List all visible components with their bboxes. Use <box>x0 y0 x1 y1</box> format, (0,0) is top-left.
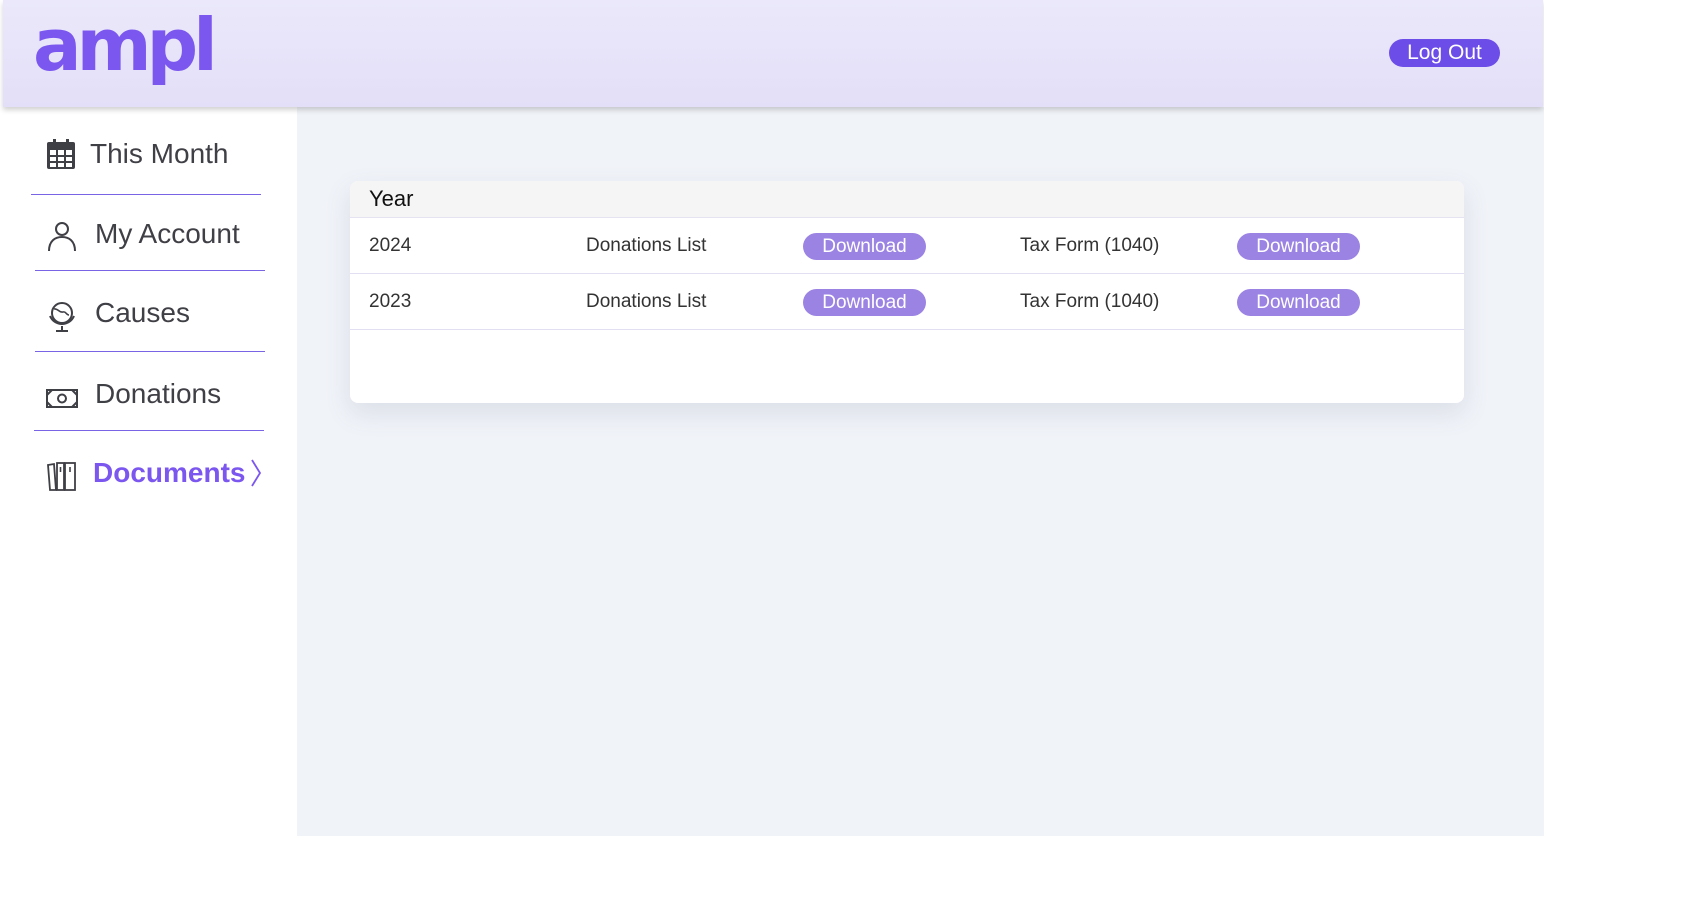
ampl-logo[interactable]: ampl <box>33 2 218 88</box>
documents-card: Year 2024 Donations List Download Tax Fo… <box>350 181 1464 403</box>
download-donations-button[interactable]: Download <box>803 289 926 316</box>
year-cell: 2024 <box>369 235 412 256</box>
table-row: 2024 Donations List Download Tax Form (1… <box>350 218 1464 274</box>
top-header: ampl Log Out <box>3 0 1543 107</box>
sidebar-item-label: My Account <box>95 218 240 249</box>
sidebar-item-label: Causes <box>95 297 190 328</box>
download-tax-form-button[interactable]: Download <box>1237 233 1360 260</box>
year-column-header: Year <box>369 186 414 211</box>
sidebar-item-this-month[interactable]: This Month <box>30 133 270 183</box>
table-row: 2023 Donations List Download Tax Form (1… <box>350 274 1464 330</box>
books-icon <box>47 462 76 491</box>
sidebar-item-label: Donations <box>95 378 222 409</box>
download-donations-button[interactable]: Download <box>803 233 926 260</box>
sidebar-divider <box>31 194 261 195</box>
sidebar-divider <box>35 270 265 271</box>
sidebar-item-my-account[interactable]: My Account <box>35 213 275 263</box>
sidebar-divider <box>34 430 264 431</box>
tax-form-label: Tax Form (1040) <box>1020 235 1160 256</box>
sidebar-item-label: Documents <box>93 457 246 488</box>
sidebar-item-donations[interactable]: Donations <box>35 373 275 423</box>
money-icon <box>46 389 78 408</box>
globe-icon <box>49 302 75 332</box>
tax-form-label: Tax Form (1040) <box>1020 291 1160 312</box>
download-tax-form-button[interactable]: Download <box>1237 289 1360 316</box>
sidebar-nav: This Month My Account Causes Donations D… <box>0 107 297 836</box>
sidebar-item-documents[interactable]: Documents <box>35 452 275 502</box>
sidebar-item-label: This Month <box>90 138 229 169</box>
main-content: Year 2024 Donations List Download Tax Fo… <box>297 107 1544 836</box>
table-header: Year <box>350 181 1464 218</box>
sidebar-divider <box>35 351 265 352</box>
donations-list-label: Donations List <box>586 235 707 256</box>
chevron-right-icon <box>251 459 262 487</box>
sidebar-item-causes[interactable]: Causes <box>35 292 275 342</box>
logout-button[interactable]: Log Out <box>1389 39 1500 67</box>
app-window: ampl Log Out This Month My Account Cause… <box>0 0 1544 836</box>
year-cell: 2023 <box>369 291 412 312</box>
donations-list-label: Donations List <box>586 291 707 312</box>
user-icon <box>48 222 76 252</box>
calendar-icon <box>47 139 75 169</box>
